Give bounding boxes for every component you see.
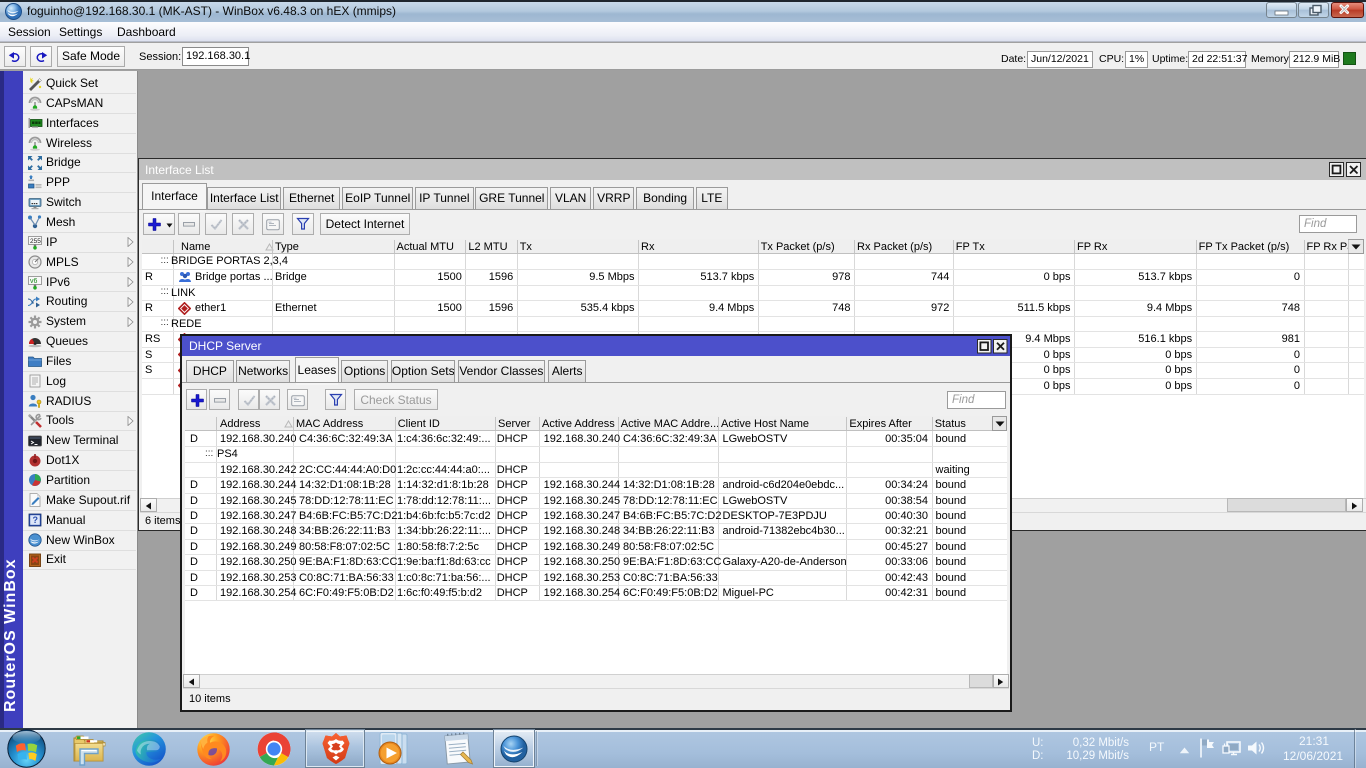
svg-text:255: 255 [30,238,41,245]
svg-text:v6: v6 [30,278,38,285]
svg-text:?: ? [33,515,39,525]
